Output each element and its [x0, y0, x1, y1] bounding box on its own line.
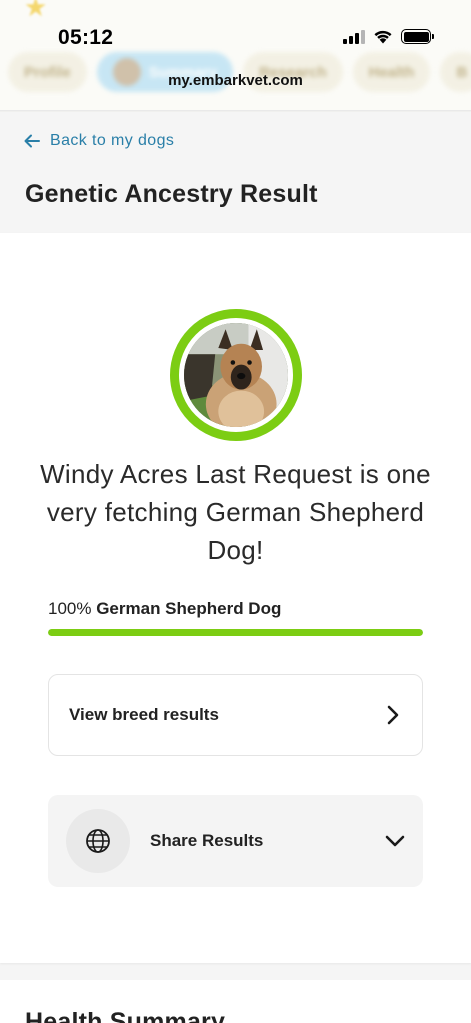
health-summary-section: Health Summary	[0, 980, 471, 1023]
status-icons	[343, 29, 434, 44]
breed-percentage-row: 100% German Shepherd Dog	[48, 599, 281, 619]
header-divider	[0, 110, 471, 112]
dog-avatar	[170, 309, 302, 441]
status-time: 05:12	[58, 26, 114, 49]
share-results-toggle[interactable]: Share Results	[48, 795, 423, 887]
ancestry-result-card: Windy Acres Last Request is one very fet…	[0, 233, 471, 963]
back-to-dogs-link[interactable]: Back to my dogs	[24, 132, 174, 150]
health-summary-title: Health Summary	[25, 1008, 226, 1023]
battery-icon	[401, 29, 434, 44]
share-results-label: Share Results	[150, 831, 264, 850]
view-breed-results-label: View breed results	[69, 705, 219, 724]
breed-percent: 100%	[48, 599, 97, 618]
cellular-signal-icon	[343, 29, 365, 44]
wifi-icon	[374, 30, 392, 44]
back-link-label: Back to my dogs	[50, 132, 175, 149]
page-title: Genetic Ancestry Result	[25, 180, 318, 208]
breed-progress-fill	[48, 629, 423, 636]
arrow-left-icon	[24, 134, 40, 148]
breed-progress-bar	[48, 629, 423, 636]
browser-url[interactable]: my.embarkvet.com	[0, 72, 471, 89]
share-icon-circle	[66, 809, 130, 873]
result-headline: Windy Acres Last Request is one very fet…	[40, 459, 431, 565]
status-bar: 05:12	[0, 0, 471, 62]
chevron-down-icon	[385, 835, 405, 847]
view-breed-results-button[interactable]: View breed results	[48, 674, 423, 756]
dog-photo	[184, 323, 288, 427]
globe-icon	[86, 829, 110, 853]
breed-name: German Shepherd Dog	[96, 599, 282, 618]
chevron-right-icon	[387, 705, 399, 725]
